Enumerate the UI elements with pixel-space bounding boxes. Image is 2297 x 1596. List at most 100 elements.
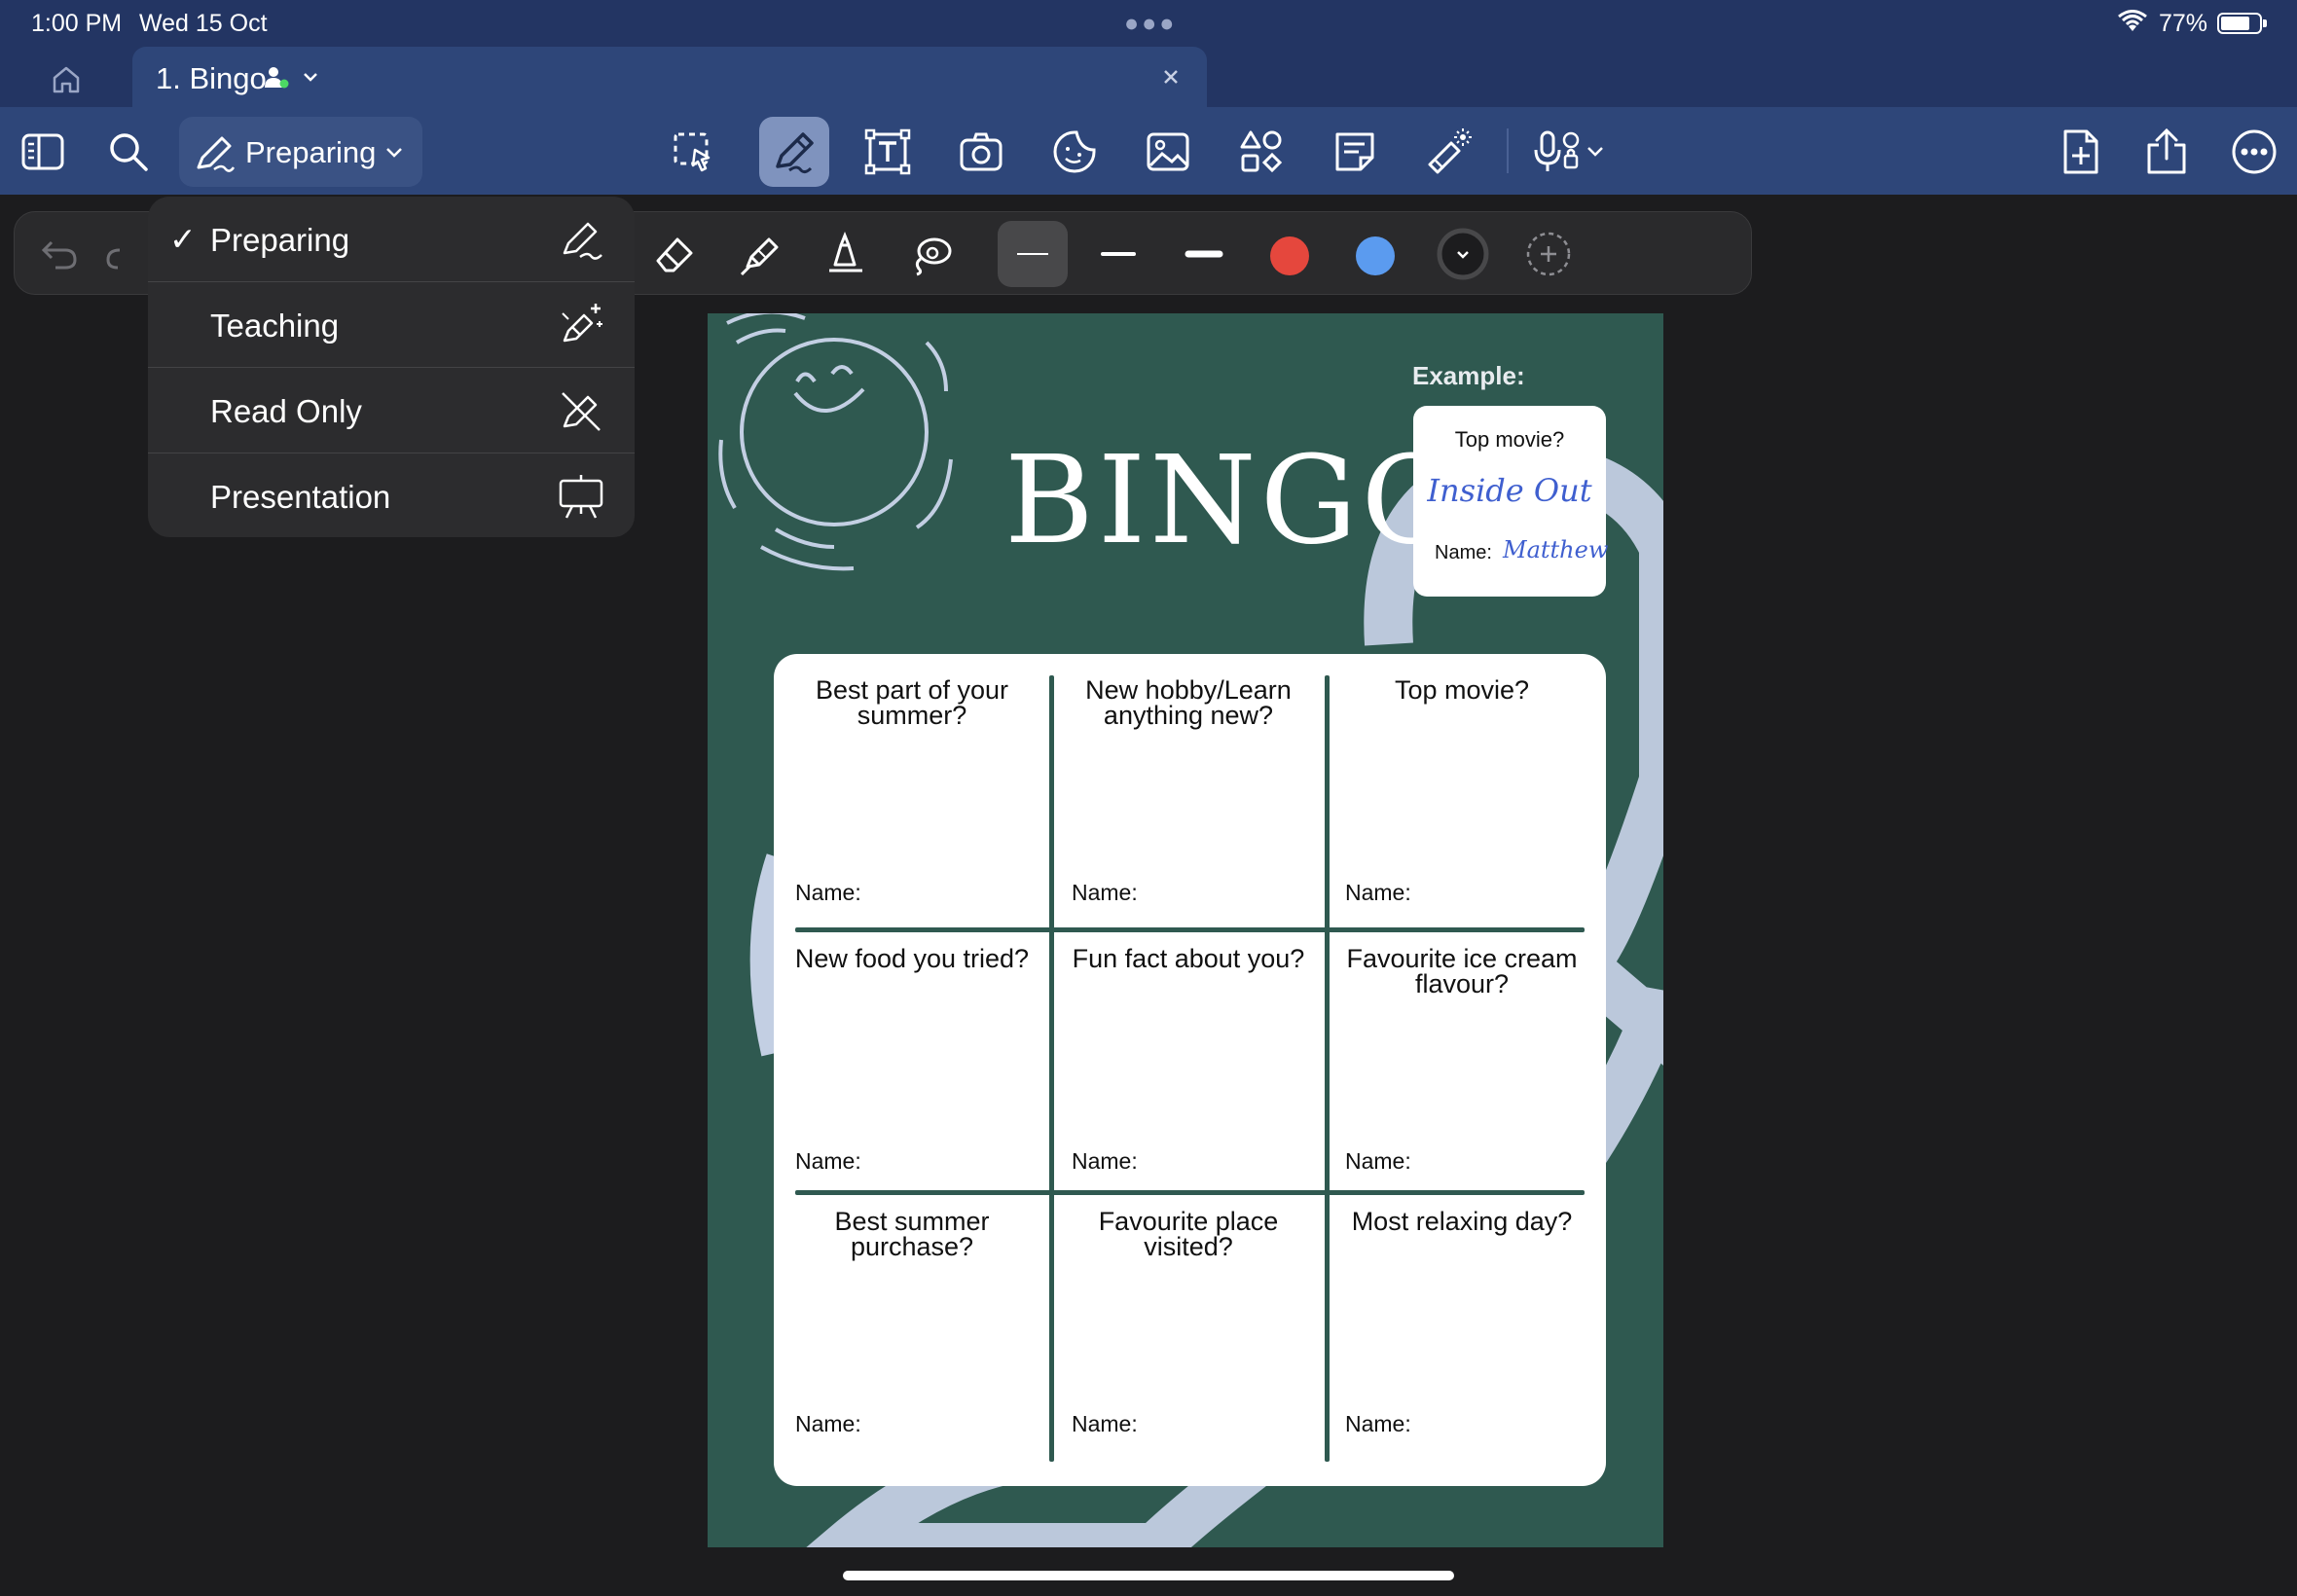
- main-toolbar: Preparing: [0, 107, 2297, 195]
- stroke-medium-icon[interactable]: [1091, 227, 1146, 281]
- bingo-cell[interactable]: New hobby/Learn anything new? Name:: [1052, 654, 1325, 917]
- sticky-note-icon[interactable]: [1328, 125, 1382, 179]
- document-page[interactable]: BINGO Example: Top movie? Inside Out Nam…: [708, 313, 1663, 1547]
- bingo-cell[interactable]: Most relaxing day? Name:: [1326, 1185, 1598, 1448]
- bingo-cell[interactable]: New food you tried? Name:: [776, 923, 1048, 1185]
- add-color-icon[interactable]: [1521, 227, 1576, 281]
- status-bar: 1:00 PM Wed 15 Oct ●●● 77%: [0, 0, 2297, 47]
- mode-item-label: Teaching: [210, 308, 340, 344]
- bingo-grid[interactable]: Best part of your summer? Name: New hobb…: [774, 654, 1606, 1486]
- stroke-thin-icon[interactable]: [1005, 227, 1060, 281]
- camera-icon[interactable]: [954, 125, 1008, 179]
- cell-name-label: Name:: [795, 880, 861, 905]
- example-label: Example:: [1412, 361, 1525, 390]
- multitasking-dots-icon[interactable]: ●●●: [1124, 10, 1177, 38]
- bingo-cell[interactable]: Fun fact about you? Name:: [1052, 923, 1325, 1185]
- fountain-pen-icon[interactable]: [819, 227, 873, 281]
- grid-divider: [795, 927, 1585, 932]
- more-icon[interactable]: [2227, 125, 2281, 179]
- checkmark-icon: ✓: [169, 221, 197, 257]
- mode-menu: ✓ Preparing Teaching Read Only Presentat…: [148, 197, 635, 537]
- grid-divider: [795, 1190, 1585, 1195]
- bingo-cell[interactable]: Best part of your summer? Name:: [776, 654, 1048, 917]
- cell-name-label: Name:: [1345, 880, 1411, 905]
- bingo-cell[interactable]: Favourite place visited? Name:: [1052, 1185, 1325, 1448]
- pen-scribble-icon: [555, 214, 607, 267]
- wifi-icon: [2118, 10, 2147, 33]
- easel-icon: [555, 471, 607, 524]
- stroke-thick-icon[interactable]: [1177, 227, 1231, 281]
- cell-name-label: Name:: [1345, 1148, 1411, 1174]
- highlighter-icon[interactable]: [733, 227, 787, 281]
- redo-icon[interactable]: [102, 227, 122, 281]
- mode-item-teaching[interactable]: Teaching: [148, 282, 635, 368]
- sidebar-icon[interactable]: [16, 125, 70, 179]
- bingo-cell[interactable]: Favourite ice cream flavour? Name:: [1326, 923, 1598, 1185]
- mode-item-presentation[interactable]: Presentation: [148, 453, 635, 537]
- status-time: 1:00 PM: [31, 10, 123, 37]
- battery-percent: 77%: [2159, 10, 2208, 37]
- mode-item-preparing[interactable]: ✓ Preparing: [148, 197, 635, 282]
- mode-selector-button[interactable]: Preparing: [179, 117, 422, 187]
- cell-question: Fun fact about you?: [1072, 944, 1305, 973]
- chevron-down-icon: [383, 142, 405, 163]
- cell-name-label: Name:: [1345, 1411, 1411, 1436]
- example-card: Top movie? Inside Out Name: Matthew: [1413, 406, 1609, 597]
- lasso-shape-icon[interactable]: [904, 227, 959, 281]
- home-icon[interactable]: [47, 60, 86, 99]
- image-icon[interactable]: [1141, 125, 1195, 179]
- cell-question: Favourite place visited?: [1098, 1207, 1279, 1261]
- collaboration-icon[interactable]: [263, 64, 292, 90]
- pen-scribble-icon: [193, 130, 237, 175]
- example-name-label: Name:: [1435, 542, 1492, 563]
- bingo-cell[interactable]: Best summer purchase? Name:: [776, 1185, 1048, 1448]
- mode-item-read-only[interactable]: Read Only: [148, 368, 635, 453]
- shapes-icon[interactable]: [1234, 125, 1289, 179]
- battery-icon: [2217, 13, 2267, 34]
- cell-name-label: Name:: [1072, 880, 1138, 905]
- cell-question: Best part of your summer?: [815, 675, 1009, 730]
- status-date: Wed 15 Oct: [139, 10, 268, 37]
- document-tab[interactable]: 1. Bingo: [132, 47, 1207, 107]
- color-red-swatch[interactable]: [1270, 236, 1309, 275]
- mode-label: Preparing: [245, 135, 377, 169]
- search-icon[interactable]: [101, 125, 156, 179]
- toolbar-divider: [1507, 128, 1509, 173]
- add-page-icon[interactable]: [2054, 125, 2108, 179]
- cell-question: Favourite ice cream flavour?: [1346, 944, 1578, 998]
- sticker-icon[interactable]: [1047, 125, 1102, 179]
- cell-question: New food you tried?: [794, 944, 1030, 973]
- share-icon[interactable]: [2139, 125, 2194, 179]
- cell-name-label: Name:: [795, 1411, 861, 1436]
- cell-question: Best summer purchase?: [834, 1207, 990, 1261]
- color-blue-swatch[interactable]: [1356, 236, 1395, 275]
- cell-name-label: Name:: [1072, 1148, 1138, 1174]
- example-question: Top movie?: [1454, 427, 1565, 452]
- cell-question: New hobby/Learn anything new?: [1085, 675, 1292, 730]
- cell-question: Top movie?: [1394, 675, 1530, 705]
- lasso-icon[interactable]: [666, 125, 720, 179]
- grid-divider: [1049, 675, 1054, 1462]
- bingo-cell[interactable]: Top movie? Name:: [1326, 654, 1598, 917]
- example-answer: Inside Out: [1427, 472, 1592, 509]
- tab-title: 1. Bingo: [156, 61, 267, 95]
- home-indicator[interactable]: [843, 1571, 1454, 1580]
- microphone-icon[interactable]: [1532, 125, 1620, 179]
- cell-name-label: Name:: [1072, 1411, 1138, 1436]
- example-name-value: Matthew: [1503, 536, 1609, 563]
- document-title: BINGO: [1004, 430, 1465, 571]
- close-tab-icon[interactable]: [1158, 64, 1184, 90]
- mode-item-label: Read Only: [210, 393, 362, 429]
- tab-bar: 1. Bingo: [0, 47, 2297, 107]
- mode-item-label: Preparing: [210, 222, 350, 258]
- chevron-down-icon[interactable]: [300, 66, 321, 88]
- text-box-icon[interactable]: [860, 125, 915, 179]
- cell-question: Most relaxing day?: [1351, 1207, 1573, 1236]
- pen-icon[interactable]: [767, 125, 821, 179]
- pen-disabled-icon: [555, 385, 607, 438]
- laser-pointer-icon[interactable]: [1421, 125, 1476, 179]
- color-black-swatch[interactable]: [1436, 227, 1490, 281]
- undo-icon[interactable]: [32, 227, 87, 281]
- eraser-icon[interactable]: [647, 227, 702, 281]
- mode-item-label: Presentation: [210, 479, 391, 515]
